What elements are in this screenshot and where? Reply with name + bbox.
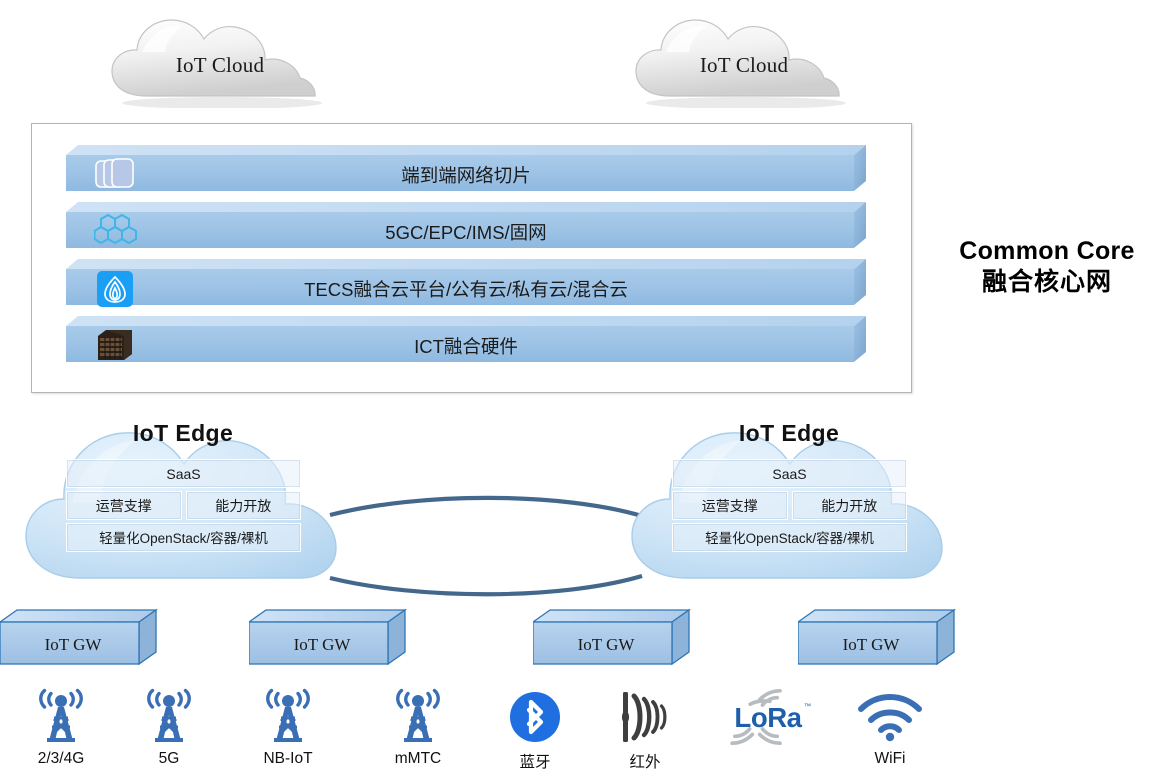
- wifi-icon: [844, 686, 936, 748]
- technology-label: 蓝牙: [519, 754, 551, 771]
- iot-gateway-1[interactable]: IoT GW: [0, 608, 160, 668]
- iot-edge-middle-row: 运营支撑 能力开放: [672, 491, 907, 523]
- iot-edge-base-box[interactable]: 轻量化OpenStack/容器/裸机: [672, 523, 907, 552]
- technology-label: 红外: [629, 754, 661, 771]
- technology-wifi[interactable]: WiFi: [844, 686, 936, 768]
- bluetooth-icon: [489, 686, 581, 748]
- iot-edge-right: IoT Edge SaaS 运营支撑 能力开放 轻量化OpenStack/容器/…: [624, 403, 954, 588]
- iot-edge-title: IoT Edge: [132, 420, 234, 446]
- cell-tower-icon: [123, 686, 215, 748]
- iot-gateway-3[interactable]: IoT GW: [533, 608, 693, 668]
- iot-edge-stack: SaaS 运营支撑 能力开放 轻量化OpenStack/容器/裸机: [672, 459, 907, 555]
- technology-lora[interactable]: LoRa ™: [722, 686, 814, 750]
- iot-edge-base-box[interactable]: 轻量化OpenStack/容器/裸机: [66, 523, 301, 552]
- svg-text:™: ™: [804, 702, 811, 711]
- technology-label: WiFi: [874, 750, 906, 767]
- cell-tower-icon: [372, 686, 464, 748]
- iot-edge-ops-support-box[interactable]: 运营支撑: [672, 491, 788, 520]
- iot-gateway-4[interactable]: IoT GW: [798, 608, 958, 668]
- iot-edge-capability-open-box[interactable]: 能力开放: [185, 491, 301, 520]
- cell-tower-icon: [242, 686, 334, 748]
- iot-edge-capability-open-box[interactable]: 能力开放: [791, 491, 907, 520]
- technology-label: 5G: [158, 750, 180, 767]
- iot-gateway-label: IoT GW: [293, 635, 351, 654]
- iot-edge-saas-box[interactable]: SaaS: [672, 459, 907, 488]
- cell-tower-icon: [15, 686, 107, 748]
- iot-edge-left: IoT Edge SaaS 运营支撑 能力开放 轻量化OpenStack/容器/…: [18, 403, 348, 588]
- iot-edge-ops-support-box[interactable]: 运营支撑: [66, 491, 182, 520]
- iot-edge-stack: SaaS 运营支撑 能力开放 轻量化OpenStack/容器/裸机: [66, 459, 301, 555]
- technology-label: mMTC: [394, 750, 442, 767]
- iot-gateway-label: IoT GW: [577, 635, 635, 654]
- technology-label: 2/3/4G: [37, 750, 85, 767]
- technology-label: NB-IoT: [263, 750, 313, 767]
- iot-gateway-2[interactable]: IoT GW: [249, 608, 409, 668]
- iot-edge-title: IoT Edge: [738, 420, 840, 446]
- diagram-canvas: IoT Cloud IoT Cloud 端到端网络切片 5GC/EPC/IMS/…: [0, 0, 1166, 778]
- technology-5g[interactable]: 5G: [123, 686, 215, 768]
- technology-2-3-4g[interactable]: 2/3/4G: [15, 686, 107, 768]
- technology-nb-iot[interactable]: NB-IoT: [242, 686, 334, 768]
- svg-text:LoRa: LoRa: [734, 702, 802, 733]
- iot-edge-saas-box[interactable]: SaaS: [66, 459, 301, 488]
- technology-mmtc[interactable]: mMTC: [372, 686, 464, 768]
- iot-gateway-label: IoT GW: [842, 635, 900, 654]
- iot-edge-middle-row: 运营支撑 能力开放: [66, 491, 301, 523]
- iot-gateway-label: IoT GW: [44, 635, 102, 654]
- technology-bluetooth[interactable]: 蓝牙: [489, 686, 581, 772]
- infrared-icon: [599, 686, 691, 748]
- technology-infrared[interactable]: 红外: [599, 686, 691, 772]
- lora-logo-icon: LoRa ™: [722, 686, 814, 748]
